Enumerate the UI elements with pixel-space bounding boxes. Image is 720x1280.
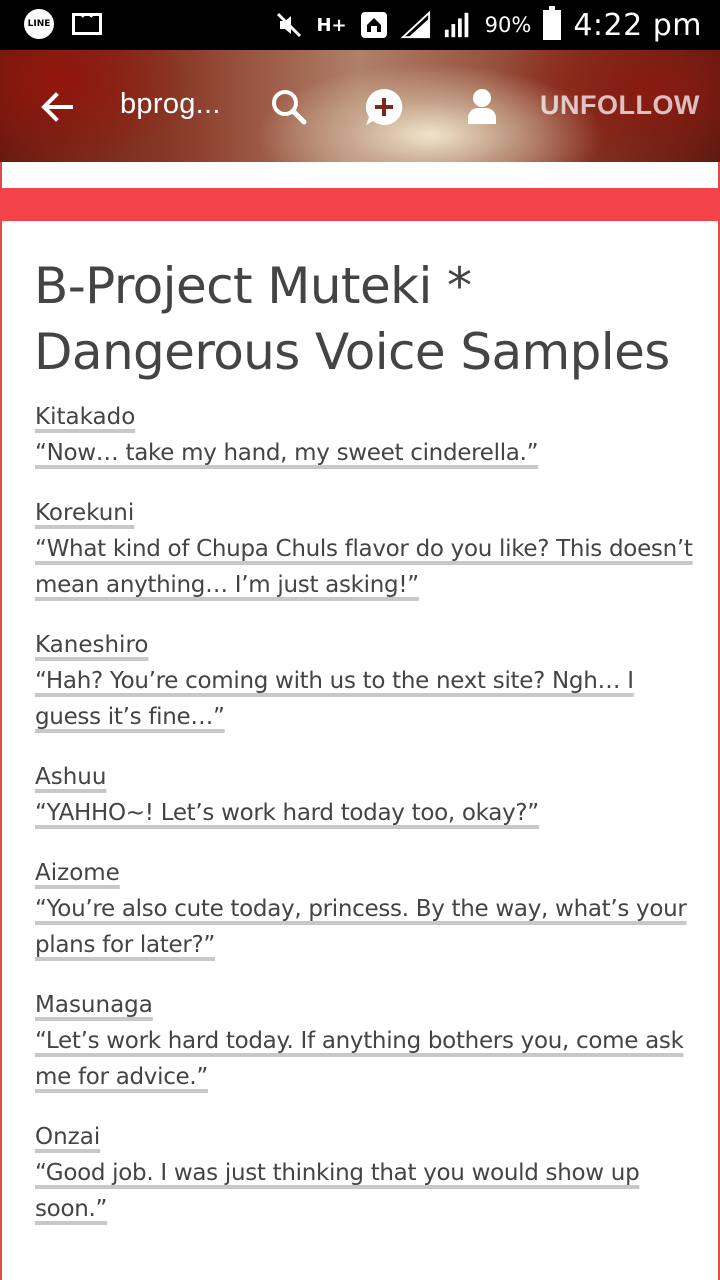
list-item: Korekuni “What kind of Chupa Chuls flavo… [35, 495, 695, 603]
home-icon [359, 10, 389, 40]
accent-band [0, 188, 720, 221]
character-name-link[interactable]: Onzai [35, 1124, 100, 1150]
character-name-link[interactable]: Masunaga [35, 992, 153, 1018]
signal-icon [443, 10, 473, 40]
clock: 4:22 pm [573, 7, 702, 43]
quote-link[interactable]: “You’re also cute today, princess. By th… [35, 896, 687, 958]
line-icon: LINE [24, 9, 54, 39]
list-item: Masunaga “Let’s work hard today. If anyt… [35, 987, 695, 1095]
list-item: Onzai “Good job. I was just thinking tha… [35, 1119, 695, 1227]
character-name-link[interactable]: Kitakado [35, 404, 135, 430]
battery-percent: 90% [484, 13, 532, 37]
battery-icon [543, 6, 562, 40]
character-name-link[interactable]: Kaneshiro [35, 632, 148, 658]
post-card: B-Project Muteki * Dangerous Voice Sampl… [0, 221, 720, 1280]
character-name-link[interactable]: Aizome [35, 860, 120, 886]
quote-link[interactable]: “Let’s work hard today. If anything both… [35, 1028, 684, 1090]
mute-icon [274, 10, 304, 40]
notification-icons: LINE [24, 9, 102, 39]
divider [0, 162, 720, 188]
quote-link[interactable]: “Good job. I was just thinking that you … [35, 1160, 640, 1222]
quote-link[interactable]: “What kind of Chupa Chuls flavor do you … [35, 536, 693, 598]
blog-header: bprog... UNFOLLOW [0, 50, 720, 162]
quote-link[interactable]: “Now… take my hand, my sweet cinderella.… [35, 440, 539, 466]
character-name-link[interactable]: Korekuni [35, 500, 134, 526]
quote-link[interactable]: “YAHHO~! Let’s work hard today too, okay… [35, 800, 539, 826]
search-icon[interactable] [268, 86, 310, 128]
compose-icon[interactable] [363, 86, 405, 128]
post-title: B-Project Muteki * Dangerous Voice Sampl… [34, 257, 670, 381]
back-arrow-icon[interactable] [36, 86, 78, 128]
list-item: Ashuu “YAHHO~! Let’s work hard today too… [35, 759, 695, 831]
network-h-plus-icon: H+ [316, 14, 347, 36]
list-item: Kitakado “Now… take my hand, my sweet ci… [35, 399, 695, 471]
list-item: Kaneshiro “Hah? You’re coming with us to… [35, 627, 695, 735]
status-bar: LINE H+ 90% 4:22 pm [0, 0, 720, 50]
system-icons: H+ 90% 4:22 pm [274, 4, 702, 46]
character-name-link[interactable]: Ashuu [35, 764, 106, 790]
list-item: Aizome “You’re also cute today, princess… [35, 855, 695, 963]
user-icon[interactable] [461, 86, 503, 128]
voice-sample-list: Kitakado “Now… take my hand, my sweet ci… [35, 399, 695, 1251]
quote-link[interactable]: “Hah? You’re coming with us to the next … [35, 668, 634, 730]
unfollow-button[interactable]: UNFOLLOW [540, 90, 700, 121]
signal-icon [400, 10, 431, 40]
mail-icon [72, 13, 102, 35]
blog-title: bprog... [120, 88, 221, 120]
